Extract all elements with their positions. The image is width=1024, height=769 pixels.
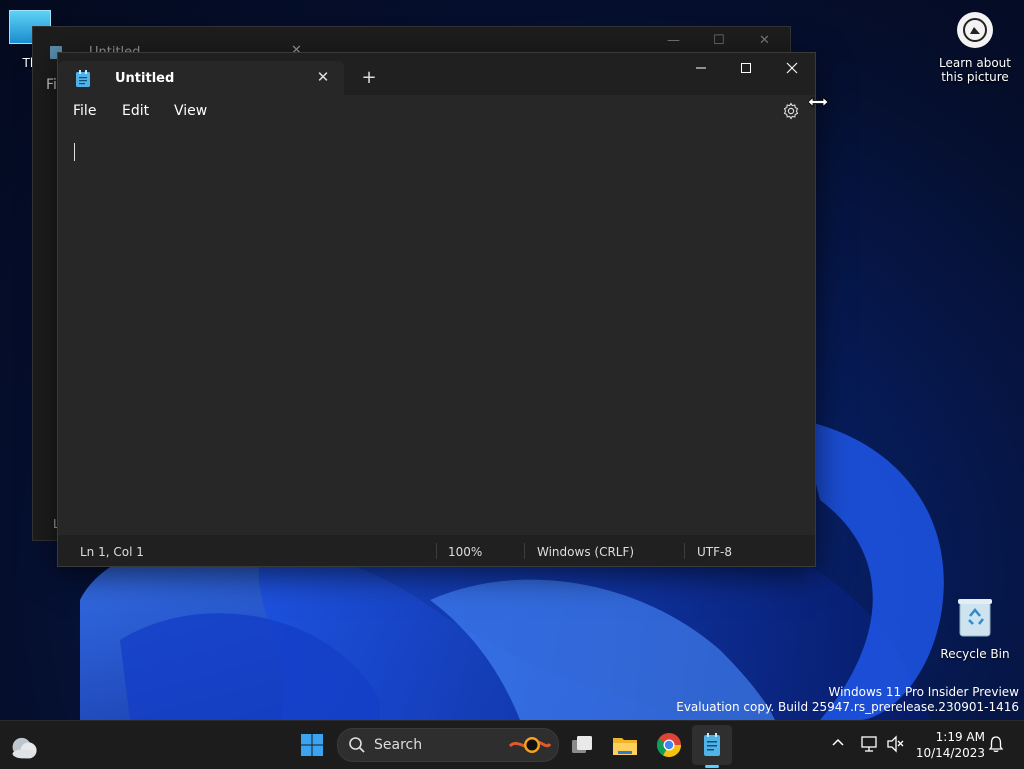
system-clock[interactable]: 1:19 AM 10/14/2023 (915, 729, 985, 761)
minimize-button[interactable] (678, 53, 724, 83)
status-zoom: 100% (448, 545, 483, 559)
menu-view[interactable]: View (172, 103, 209, 119)
desktop-icon-label: Recycle Bin (940, 647, 1010, 661)
notepad-window[interactable]: Untitled ✕ + File Edit View Ln 1, Col 1 … (57, 52, 816, 567)
camera-icon (957, 12, 993, 48)
windows-watermark: Windows 11 Pro Insider Preview Evaluatio… (676, 685, 1019, 715)
text-caret (74, 143, 75, 161)
close-tab-icon[interactable]: ✕ (314, 68, 332, 86)
clock-date: 10/14/2023 (915, 746, 985, 760)
maximize-icon[interactable]: ☐ (713, 33, 725, 48)
status-line-ending: Windows (CRLF) (537, 545, 635, 559)
notepad-icon (76, 70, 90, 87)
taskbar-search-box[interactable]: Search (337, 728, 559, 762)
menu-file[interactable]: File (71, 103, 98, 119)
status-divider (436, 543, 437, 559)
resize-cursor-icon (807, 96, 829, 108)
notepad-taskbar-icon[interactable] (696, 729, 728, 761)
menu-bar: File Edit View (58, 95, 815, 131)
minimize-icon[interactable]: — (667, 33, 680, 48)
close-icon (786, 62, 798, 74)
search-highlight-eclipse-icon (508, 737, 552, 753)
maximize-button[interactable] (723, 53, 769, 83)
search-placeholder: Search (374, 737, 423, 753)
desktop-icon-recycle-bin[interactable]: Recycle Bin (936, 596, 1014, 661)
status-divider (684, 543, 685, 559)
status-bar: Ln 1, Col 1 100% Windows (CRLF) UTF-8 (58, 535, 815, 566)
file-explorer-icon[interactable] (609, 729, 641, 761)
volume-muted-icon[interactable] (886, 735, 906, 753)
weather-icon[interactable] (8, 731, 40, 763)
chevron-up-icon[interactable] (830, 735, 846, 751)
chrome-icon[interactable] (653, 729, 685, 761)
search-icon (349, 737, 365, 753)
menu-edit[interactable]: Edit (120, 103, 151, 119)
network-icon[interactable] (860, 735, 880, 753)
taskbar: Search 1:19 AM 10/14/2023 (0, 720, 1024, 769)
tab-title: Untitled (115, 71, 175, 86)
minimize-icon (696, 67, 706, 69)
tab-untitled[interactable]: Untitled ✕ (58, 61, 344, 95)
new-tab-button[interactable]: + (359, 68, 379, 88)
close-icon[interactable]: ✕ (759, 33, 770, 48)
title-bar[interactable]: Untitled ✕ + (58, 53, 815, 95)
watermark-edition: Windows 11 Pro Insider Preview (828, 685, 1019, 699)
recycle-bin-icon (958, 599, 992, 637)
status-encoding: UTF-8 (697, 545, 732, 559)
notification-bell-icon[interactable] (987, 735, 1005, 753)
clock-time: 1:19 AM (935, 730, 985, 744)
settings-gear-icon[interactable] (782, 102, 800, 120)
task-view-icon[interactable] (566, 729, 598, 761)
maximize-icon (741, 63, 751, 73)
windows-start-icon[interactable] (296, 729, 328, 761)
desktop-icon-learn-about-picture[interactable]: Learn about this picture (934, 12, 1016, 84)
close-window-button[interactable] (769, 53, 815, 83)
text-editor-area[interactable] (58, 131, 815, 534)
watermark-build: Evaluation copy. Build 25947.rs_prerelea… (676, 700, 1019, 714)
status-cursor-position: Ln 1, Col 1 (80, 545, 144, 559)
status-divider (524, 543, 525, 559)
desktop-icon-label: Learn about this picture (939, 56, 1011, 84)
